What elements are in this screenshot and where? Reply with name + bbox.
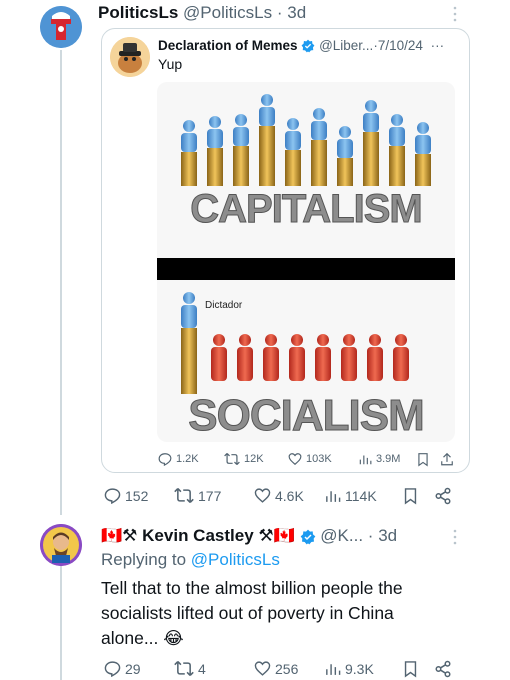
quote-views-button[interactable]: 3.9M xyxy=(358,452,400,466)
author-handle[interactable]: @K... xyxy=(320,526,363,545)
reply-count: 29 xyxy=(125,660,141,677)
heart-icon xyxy=(288,453,302,466)
quote-retweet-count: 12K xyxy=(244,453,264,465)
tweet-text-line: socialists lifted out of poverty in Chin… xyxy=(101,603,394,623)
timestamp[interactable]: 3d xyxy=(287,3,306,22)
tweet-text-line: alone... 😂 xyxy=(101,628,184,648)
thread-line xyxy=(60,50,62,680)
bookmark-icon[interactable] xyxy=(416,452,430,470)
bookmark-icon[interactable] xyxy=(402,660,419,680)
bookmark-icon[interactable] xyxy=(402,487,419,508)
more-vertical-icon[interactable] xyxy=(451,5,459,23)
replying-prefix: Replying to xyxy=(101,550,191,569)
tweet2-text: Tell that to the almost billion people t… xyxy=(101,576,496,651)
heart-icon xyxy=(254,661,271,676)
more-vertical-icon[interactable] xyxy=(451,528,459,546)
flag-right: ⚒🇨🇦 xyxy=(258,526,295,545)
meme-illustration: CAPITALISM Dictador SOCIALISM xyxy=(157,82,455,442)
socialism-word: SOCIALISM xyxy=(188,391,423,440)
replying-to: Replying to @PoliticsLs xyxy=(101,550,280,570)
like-button[interactable]: 256 xyxy=(254,660,298,677)
quote-date[interactable]: 7/10/24 xyxy=(378,38,423,53)
quote-reply-count: 1.2K xyxy=(176,453,199,465)
retweet-count: 177 xyxy=(198,487,222,504)
reply-icon xyxy=(104,661,121,677)
author-handle[interactable]: @PoliticsLs xyxy=(183,3,272,22)
retweet-icon xyxy=(174,488,194,503)
like-button[interactable]: 4.6K xyxy=(254,487,304,504)
capitalism-word: CAPITALISM xyxy=(190,187,421,231)
views-count: 9.3K xyxy=(345,660,374,677)
quote-views-count: 3.9M xyxy=(376,453,401,465)
avatar-declaration-of-memes[interactable] xyxy=(110,37,150,77)
tweet1-header: PoliticsLs @PoliticsLs · 3d xyxy=(98,3,306,23)
meme-image[interactable]: CAPITALISM Dictador SOCIALISM xyxy=(157,82,455,442)
verified-badge-icon xyxy=(300,529,315,544)
retweet-icon xyxy=(174,661,194,676)
quote-header: Declaration of Memes @Liber...·7/10/24 ·… xyxy=(158,38,444,53)
separator: · xyxy=(276,3,283,22)
separator: · xyxy=(367,526,374,545)
views-icon xyxy=(326,491,341,502)
heart-icon xyxy=(254,488,271,503)
author-name[interactable]: Kevin Castley xyxy=(142,526,254,545)
avatar-kevin-castley[interactable] xyxy=(40,524,82,566)
quote-author-name[interactable]: Declaration of Memes xyxy=(158,38,298,53)
quote-author-handle[interactable]: @Liber... xyxy=(319,38,373,53)
reply-icon xyxy=(158,453,172,466)
retweet-button[interactable]: 177 xyxy=(174,487,221,504)
dictator-label: Dictador xyxy=(205,300,243,311)
flag-left: 🇨🇦⚒ xyxy=(101,526,138,545)
verified-badge-icon xyxy=(301,40,315,53)
avatar-politicsls[interactable] xyxy=(40,6,82,48)
replying-handle-link[interactable]: @PoliticsLs xyxy=(191,550,280,569)
avatar-kevin-image xyxy=(40,524,82,566)
share-icon[interactable] xyxy=(434,660,452,680)
quote-retweet-button[interactable]: 12K xyxy=(224,452,264,466)
views-button[interactable]: 9.3K xyxy=(324,660,374,677)
like-count: 4.6K xyxy=(275,487,304,504)
quote-like-count: 103K xyxy=(306,453,332,465)
share-icon[interactable] xyxy=(440,452,454,470)
author-name[interactable]: PoliticsLs xyxy=(98,3,178,22)
tweet2-action-bar: 29 4 256 9.3K xyxy=(104,660,464,680)
retweet-icon xyxy=(224,453,240,465)
tweet2-header: 🇨🇦⚒ Kevin Castley ⚒🇨🇦 @K... · 3d xyxy=(101,526,397,546)
quote-text: Yup xyxy=(158,56,183,72)
retweet-count: 4 xyxy=(198,660,206,677)
quote-like-button[interactable]: 103K xyxy=(288,452,332,466)
quote-reply-button[interactable]: 1.2K xyxy=(158,452,199,466)
reply-count: 152 xyxy=(125,487,149,504)
reply-icon xyxy=(104,488,121,504)
share-icon[interactable] xyxy=(434,487,452,508)
avatar-memes-image xyxy=(110,37,150,77)
retweet-button[interactable]: 4 xyxy=(174,660,206,677)
views-icon xyxy=(326,664,341,675)
quote-action-bar: 1.2K 12K 103K 3.9M xyxy=(158,452,458,470)
tweet-text-line: Tell that to the almost billion people t… xyxy=(101,578,403,598)
reply-button[interactable]: 152 xyxy=(104,487,148,504)
reply-button[interactable]: 29 xyxy=(104,660,141,677)
views-icon xyxy=(359,455,372,465)
views-count: 114K xyxy=(345,487,377,504)
more-horizontal-icon[interactable]: ··· xyxy=(431,38,445,53)
tweet1-action-bar: 152 177 4.6K 114K xyxy=(104,487,464,507)
avatar-politicsls-image xyxy=(40,6,82,48)
views-button[interactable]: 114K xyxy=(324,487,377,504)
timestamp[interactable]: 3d xyxy=(378,526,397,545)
like-count: 256 xyxy=(275,660,299,677)
